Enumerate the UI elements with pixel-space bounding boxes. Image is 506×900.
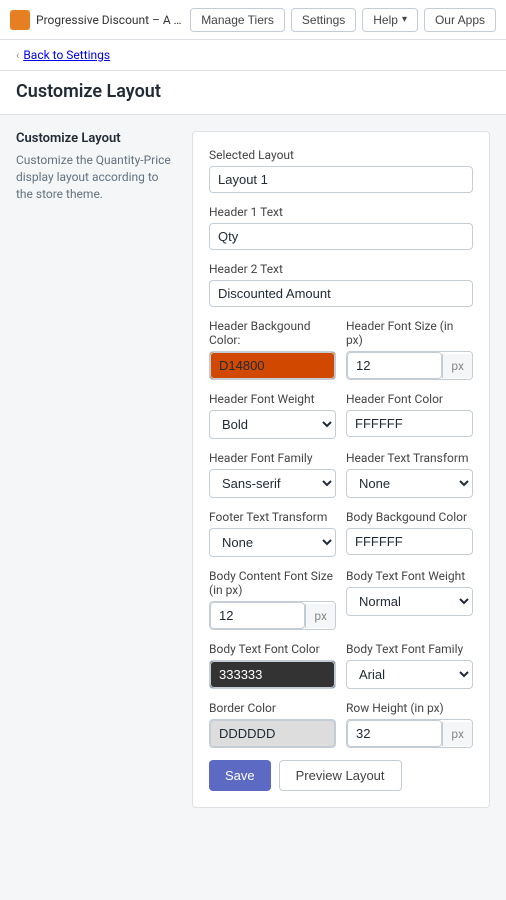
back-arrow-icon: ‹ (16, 49, 19, 62)
body-text-font-color-group: Body Text Font Color (209, 642, 336, 689)
sidebar-description: Customize the Quantity-Price display lay… (16, 152, 176, 202)
body-content-font-size-label: Body Content Font Size (in px) (209, 569, 336, 597)
content-area: Customize Layout Customize the Quantity-… (0, 115, 506, 824)
header-bg-color-label: Header Backgound Color: (209, 319, 336, 347)
header-font-color-label: Header Font Color (346, 392, 473, 406)
breadcrumb-link[interactable]: Back to Settings (23, 48, 110, 62)
header-bg-color-group: Header Backgound Color: (209, 319, 336, 380)
header-font-size-input[interactable] (347, 352, 442, 379)
row-height-input[interactable] (347, 720, 442, 747)
body-text-color-family-row: Body Text Font Color Body Text Font Fami… (209, 642, 473, 689)
body-text-font-color-input[interactable] (210, 661, 335, 688)
settings-button[interactable]: Settings (291, 8, 356, 32)
header1-input[interactable] (209, 223, 473, 250)
header-bg-color-input[interactable] (210, 352, 335, 379)
save-button[interactable]: Save (209, 760, 271, 791)
sidebar-title: Customize Layout (16, 131, 176, 146)
header-font-family-label: Header Font Family (209, 451, 336, 465)
page-title-bar: Customize Layout (0, 71, 506, 115)
preview-layout-button[interactable]: Preview Layout (279, 760, 402, 791)
form-panel: Selected Layout Header 1 Text Header 2 T… (192, 131, 490, 808)
header1-label: Header 1 Text (209, 205, 473, 219)
body-text-font-color-label: Body Text Font Color (209, 642, 336, 656)
footer-text-transform-select[interactable]: None Uppercase Lowercase Capitalize (209, 528, 336, 557)
body-text-font-family-label: Body Text Font Family (346, 642, 473, 656)
page-title: Customize Layout (16, 81, 490, 102)
header-font-family-group: Header Font Family Sans-serif Arial Geor… (209, 451, 336, 498)
body-bg-color-input[interactable] (346, 528, 473, 555)
selected-layout-input[interactable] (209, 166, 473, 193)
breadcrumb: ‹ Back to Settings (0, 40, 506, 70)
body-text-font-color-wrap (209, 660, 336, 689)
header1-group: Header 1 Text (209, 205, 473, 250)
row-height-suffix: px (442, 722, 472, 746)
border-color-wrap (209, 719, 336, 748)
app-title: Progressive Discount – A Tiered Discount… (36, 13, 184, 27)
row-height-wrap: px (346, 719, 473, 748)
border-color-input[interactable] (210, 720, 335, 747)
body-bg-color-group: Body Backgound Color (346, 510, 473, 557)
manage-tiers-button[interactable]: Manage Tiers (190, 8, 285, 32)
body-text-font-weight-select[interactable]: Normal Bold Light (346, 587, 473, 616)
header-font-color-input[interactable] (346, 410, 473, 437)
action-buttons: Save Preview Layout (209, 760, 473, 791)
header2-label: Header 2 Text (209, 262, 473, 276)
body-content-font-size-input[interactable] (210, 602, 305, 629)
selected-layout-label: Selected Layout (209, 148, 473, 162)
body-font-size-weight-row: Body Content Font Size (in px) px Body T… (209, 569, 473, 630)
border-row-height-row: Border Color Row Height (in px) px (209, 701, 473, 748)
footer-text-transform-group: Footer Text Transform None Uppercase Low… (209, 510, 336, 557)
sidebar: Customize Layout Customize the Quantity-… (16, 131, 176, 808)
footer-text-transform-label: Footer Text Transform (209, 510, 336, 524)
header-font-size-suffix: px (442, 354, 472, 378)
footer-body-bg-row: Footer Text Transform None Uppercase Low… (209, 510, 473, 557)
row-height-label: Row Height (in px) (346, 701, 473, 715)
body-bg-color-label: Body Backgound Color (346, 510, 473, 524)
app-icon (10, 10, 30, 30)
border-color-group: Border Color (209, 701, 336, 748)
header-text-transform-label: Header Text Transform (346, 451, 473, 465)
header-font-family-select[interactable]: Sans-serif Arial Georgia Times New Roman (209, 469, 336, 498)
header-text-transform-select[interactable]: None Uppercase Lowercase Capitalize (346, 469, 473, 498)
border-color-label: Border Color (209, 701, 336, 715)
header-font-size-wrap: px (346, 351, 473, 380)
our-apps-button[interactable]: Our Apps (424, 8, 496, 32)
header-font-weight-group: Header Font Weight Bold Normal Light (209, 392, 336, 439)
body-text-font-family-select[interactable]: Arial Sans-serif Georgia Times New Roman (346, 660, 473, 689)
body-text-font-weight-group: Body Text Font Weight Normal Bold Light (346, 569, 473, 630)
body-text-font-weight-label: Body Text Font Weight (346, 569, 473, 583)
header-bg-color-wrap (209, 351, 336, 380)
header-bg-font-size-row: Header Backgound Color: Header Font Size… (209, 319, 473, 380)
header-font-size-label: Header Font Size (in px) (346, 319, 473, 347)
header-font-family-transform-row: Header Font Family Sans-serif Arial Geor… (209, 451, 473, 498)
header-font-weight-color-row: Header Font Weight Bold Normal Light Hea… (209, 392, 473, 439)
header2-input[interactable] (209, 280, 473, 307)
row-height-group: Row Height (in px) px (346, 701, 473, 748)
header-text-transform-group: Header Text Transform None Uppercase Low… (346, 451, 473, 498)
selected-layout-group: Selected Layout (209, 148, 473, 193)
body-content-font-size-wrap: px (209, 601, 336, 630)
help-button[interactable]: Help (362, 8, 418, 32)
header-font-weight-select[interactable]: Bold Normal Light (209, 410, 336, 439)
header-font-color-group: Header Font Color (346, 392, 473, 439)
top-nav-bar: Progressive Discount – A Tiered Discount… (0, 0, 506, 40)
body-content-font-size-suffix: px (305, 604, 335, 628)
header-font-weight-label: Header Font Weight (209, 392, 336, 406)
body-content-font-size-group: Body Content Font Size (in px) px (209, 569, 336, 630)
header2-group: Header 2 Text (209, 262, 473, 307)
header-font-size-group: Header Font Size (in px) px (346, 319, 473, 380)
body-text-font-family-group: Body Text Font Family Arial Sans-serif G… (346, 642, 473, 689)
